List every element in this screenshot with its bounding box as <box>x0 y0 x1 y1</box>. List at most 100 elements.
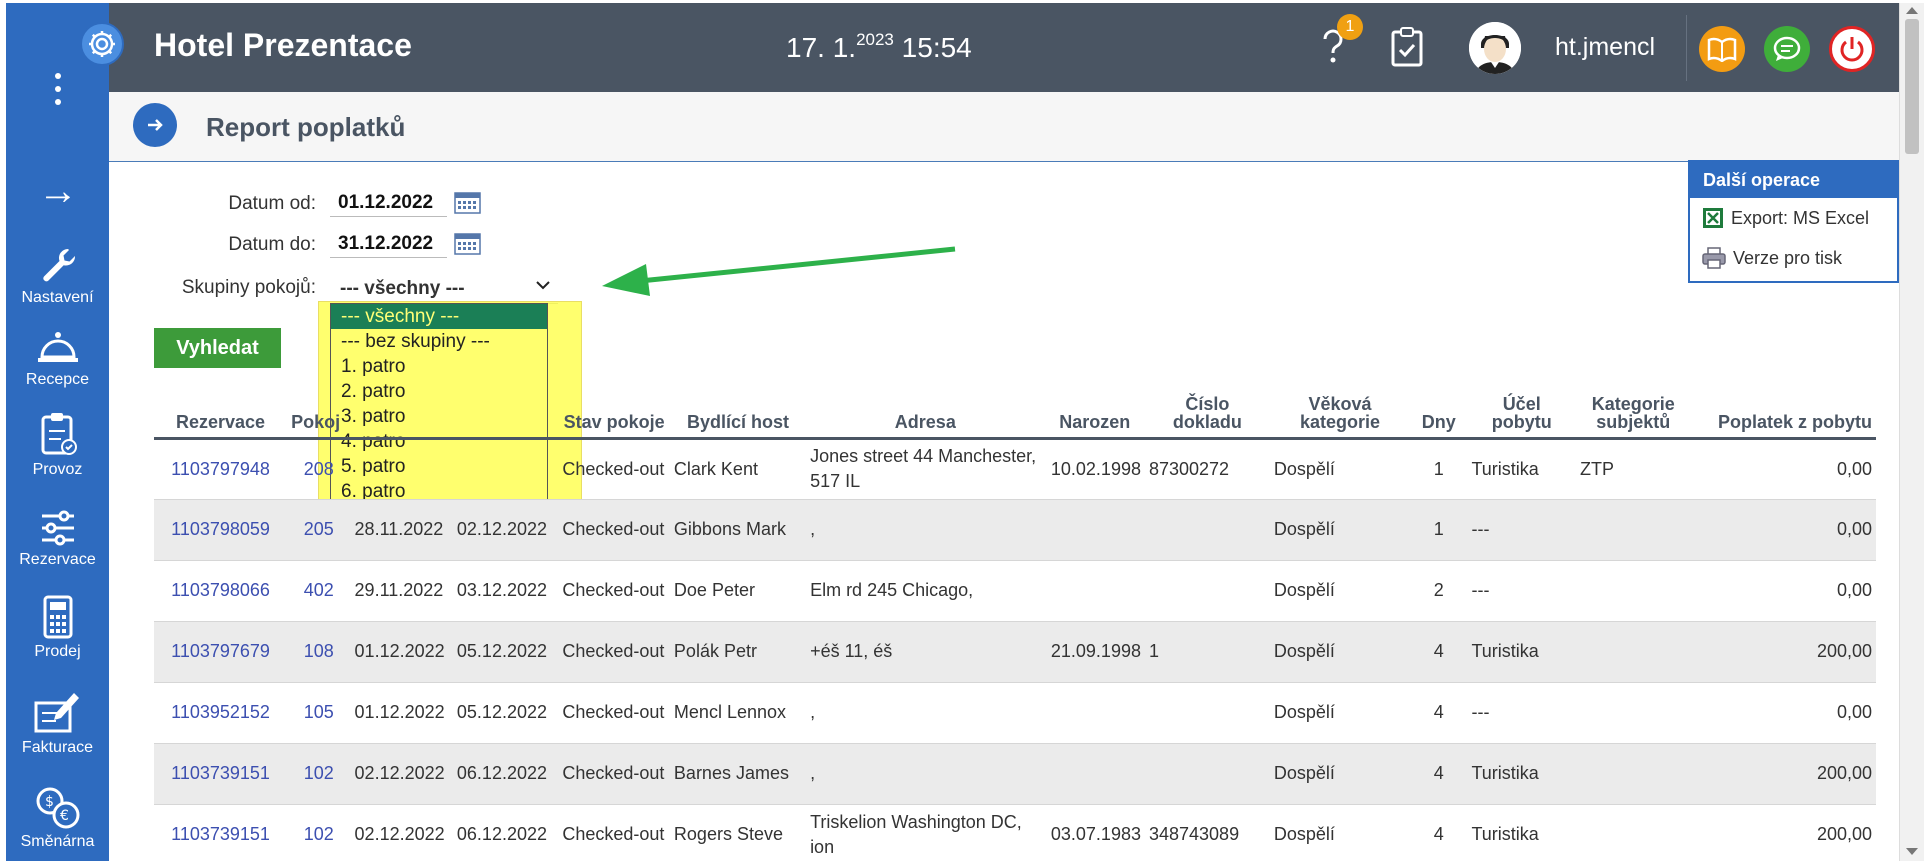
username[interactable]: ht.jmencl <box>1555 33 1655 62</box>
calendar-icon[interactable] <box>454 231 481 260</box>
room-link[interactable]: 205 <box>304 519 334 539</box>
room-link[interactable]: 105 <box>304 702 334 722</box>
vertical-scrollbar[interactable] <box>1899 3 1924 861</box>
dropdown-option[interactable]: --- bez skupiny --- <box>331 329 547 354</box>
cell-do: 05.12.2022 <box>452 621 559 683</box>
reservation-link[interactable]: 1103952152 <box>171 702 270 722</box>
cell-ucel: Turistika <box>1467 804 1576 861</box>
cell-kat <box>1575 560 1691 622</box>
cell-narozen <box>1044 499 1145 561</box>
more-menu-icon[interactable] <box>55 73 61 112</box>
sidebar-item-provoz[interactable]: Provoz <box>6 411 109 479</box>
sidebar-item-nastaveni[interactable]: Nastavení <box>6 245 109 307</box>
cell-od: 01.12.2022 <box>350 682 453 744</box>
manual-button[interactable] <box>1699 26 1745 72</box>
reservation-link[interactable]: 1103739151 <box>171 824 270 844</box>
export-excel-link[interactable]: Export: MS Excel <box>1690 198 1897 238</box>
sidebar-item-fakturace[interactable]: Fakturace <box>6 691 109 757</box>
col-header-poplatek[interactable]: Poplatek z pobytu <box>1690 388 1876 440</box>
cell-pokoj[interactable]: 102 <box>287 804 351 861</box>
table-row[interactable]: 1103797948 208 Checked-out Clark Kent Jones … <box>154 438 1876 500</box>
col-header-do[interactable] <box>452 388 559 440</box>
table-row[interactable]: 1103797679 108 01.12.2022 05.12.2022 Checked… <box>154 621 1876 683</box>
room-link[interactable]: 402 <box>304 580 334 600</box>
reservation-link[interactable]: 1103798059 <box>171 519 270 539</box>
sidebar-item-rezervace[interactable]: Rezervace <box>6 509 109 569</box>
sidebar-item-label: Směnárna <box>20 833 95 850</box>
col-header-od[interactable] <box>350 388 453 440</box>
cell-rez[interactable]: 1103952152 <box>154 682 288 744</box>
sidebar-item-prodej[interactable]: Prodej <box>6 595 109 661</box>
cell-pokoj[interactable]: 102 <box>287 743 351 805</box>
cell-narozen: 21.09.1998 <box>1044 621 1145 683</box>
cell-rez[interactable]: 1103798059 <box>154 499 288 561</box>
table-row[interactable]: 1103798066 402 29.11.2022 03.12.2022 Checked… <box>154 560 1876 622</box>
header-divider <box>1686 15 1687 81</box>
col-header-narozen[interactable]: Narozen <box>1044 388 1145 440</box>
col-header-rezervace[interactable]: Rezervace <box>154 388 288 440</box>
scroll-thumb[interactable] <box>1905 19 1919 154</box>
room-link[interactable]: 102 <box>304 763 334 783</box>
table-row[interactable]: 1103798059 205 28.11.2022 02.12.2022 Checked… <box>154 499 1876 561</box>
chat-button[interactable] <box>1764 26 1810 72</box>
col-header-stav[interactable]: Stav pokoje <box>558 388 670 440</box>
sidebar-item-label: Fakturace <box>21 739 94 756</box>
search-button[interactable]: Vyhledat <box>154 328 281 368</box>
cell-kat <box>1575 743 1691 805</box>
more-operations-title: Další operace <box>1690 162 1897 198</box>
room-groups-select[interactable]: --- všechny --- <box>330 270 558 304</box>
expand-arrow-icon[interactable]: → <box>38 171 78 211</box>
cell-rez[interactable]: 1103739151 <box>154 743 288 805</box>
tasks-clipboard-icon[interactable] <box>1390 27 1424 72</box>
room-link[interactable]: 102 <box>304 824 334 844</box>
col-header-doklad[interactable]: Číslo dokladu <box>1144 388 1270 440</box>
cell-stav: Checked-out <box>558 804 670 861</box>
scroll-down-arrow-icon[interactable] <box>1906 848 1918 855</box>
col-header-adresa[interactable]: Adresa <box>806 388 1045 440</box>
cell-rez[interactable]: 1103798066 <box>154 560 288 622</box>
excel-icon <box>1703 208 1723 228</box>
avatar[interactable] <box>1469 22 1521 74</box>
table-row[interactable]: 1103739151 102 02.12.2022 06.12.2022 Checked… <box>154 804 1876 861</box>
print-version-link[interactable]: Verze pro tisk <box>1690 238 1897 278</box>
room-link[interactable]: 108 <box>304 641 334 661</box>
table-row[interactable]: 1103952152 105 01.12.2022 05.12.2022 Checked… <box>154 682 1876 744</box>
cell-rez[interactable]: 1103797679 <box>154 621 288 683</box>
col-header-ucel[interactable]: Účel pobytu <box>1467 388 1576 440</box>
settings-gear-button[interactable] <box>80 22 124 66</box>
col-header-pokoj[interactable]: Pokoj <box>287 388 351 440</box>
scroll-up-arrow-icon[interactable] <box>1906 7 1918 14</box>
reservation-link[interactable]: 1103739151 <box>171 763 270 783</box>
calculator-icon <box>43 595 72 639</box>
cell-vek: Dospělí <box>1269 621 1411 683</box>
cell-od: 28.11.2022 <box>350 499 453 561</box>
col-header-dny[interactable]: Dny <box>1410 388 1468 440</box>
cell-adresa: Triskelion Washington DC, ion <box>806 804 1045 861</box>
cell-rez[interactable]: 1103739151 <box>154 804 288 861</box>
cell-rez[interactable]: 1103797948 <box>154 438 288 500</box>
dropdown-option[interactable]: --- všechny --- <box>331 304 547 329</box>
dropdown-option[interactable]: 1. patro <box>331 354 547 379</box>
sidebar-item-recepce[interactable]: Recepce <box>6 329 109 389</box>
page-nav-arrow-button[interactable] <box>133 103 177 147</box>
room-link[interactable]: 208 <box>304 459 334 479</box>
col-header-host[interactable]: Bydlící host <box>669 388 807 440</box>
col-header-kategorie[interactable]: Kategorie subjektů <box>1575 388 1691 440</box>
calendar-icon[interactable] <box>454 190 481 219</box>
reservation-link[interactable]: 1103798066 <box>171 580 270 600</box>
logout-button[interactable] <box>1829 26 1875 72</box>
col-header-vek[interactable]: Věková kategorie <box>1269 388 1411 440</box>
cell-pokoj[interactable]: 402 <box>287 560 351 622</box>
date-from-field[interactable]: 01.12.2022 <box>330 190 447 217</box>
cell-pokoj[interactable]: 108 <box>287 621 351 683</box>
cell-pokoj[interactable]: 105 <box>287 682 351 744</box>
date-to-field[interactable]: 31.12.2022 <box>330 231 447 258</box>
cell-pokoj[interactable]: 205 <box>287 499 351 561</box>
reservation-link[interactable]: 1103797679 <box>171 641 270 661</box>
cell-host: Gibbons Mark <box>669 499 807 561</box>
cell-pokoj[interactable]: 208 <box>287 438 351 500</box>
sidebar-item-smenarna[interactable]: $ € Směnárna <box>6 787 109 851</box>
reservation-link[interactable]: 1103797948 <box>171 459 270 479</box>
cell-adresa: Elm rd 245 Chicago, <box>806 560 1045 622</box>
table-row[interactable]: 1103739151 102 02.12.2022 06.12.2022 Checked… <box>154 743 1876 805</box>
